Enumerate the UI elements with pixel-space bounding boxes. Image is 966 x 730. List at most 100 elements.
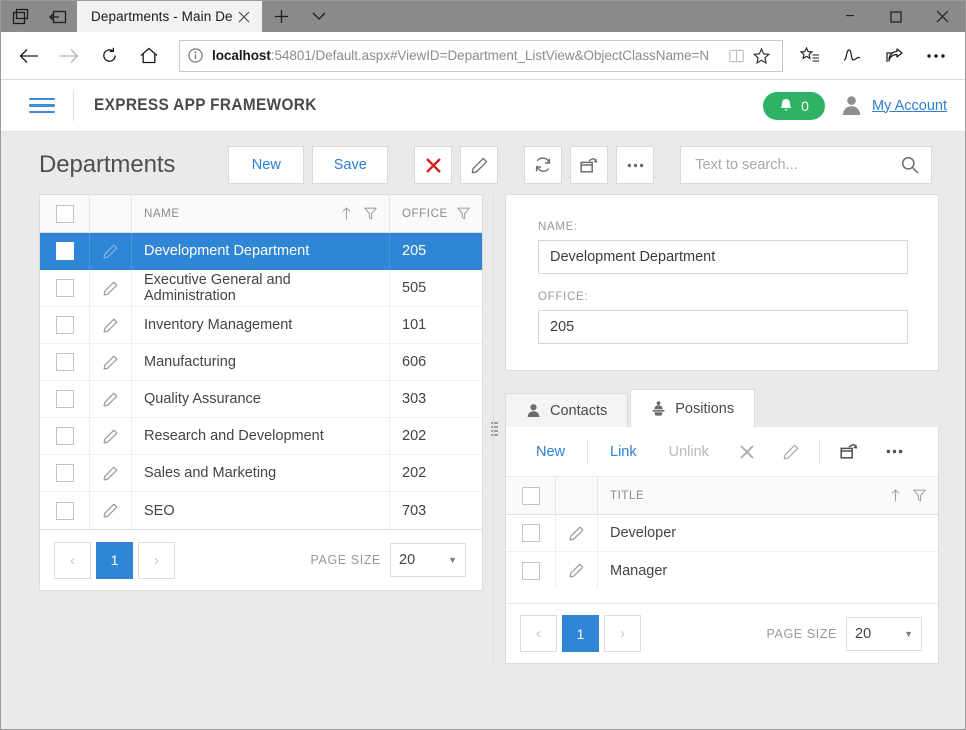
row-select-cell[interactable] xyxy=(40,233,90,269)
chevron-down-icon[interactable]: ▼ xyxy=(904,629,913,639)
row-checkbox[interactable] xyxy=(56,390,74,408)
column-header-title[interactable]: TITLE xyxy=(598,477,938,514)
tab-list-chevron-down-icon[interactable] xyxy=(300,1,338,32)
tab-preview-icon[interactable] xyxy=(1,1,39,32)
hamburger-menu-icon[interactable] xyxy=(29,94,55,118)
save-button[interactable]: Save xyxy=(312,146,388,184)
refresh-button[interactable] xyxy=(524,146,562,184)
web-notes-pen-icon[interactable] xyxy=(831,38,873,74)
table-row[interactable]: Quality Assurance303 xyxy=(40,381,482,418)
select-all-checkbox[interactable] xyxy=(56,205,74,223)
row-checkbox[interactable] xyxy=(56,316,74,334)
filter-funnel-icon[interactable] xyxy=(913,489,926,502)
row-checkbox[interactable] xyxy=(56,353,74,371)
sort-ascending-icon[interactable] xyxy=(891,489,900,502)
row-checkbox[interactable] xyxy=(522,562,540,580)
row-edit-pencil-icon[interactable] xyxy=(90,381,132,417)
row-edit-pencil-icon[interactable] xyxy=(90,307,132,343)
positions-open-in-window-icon[interactable] xyxy=(826,443,872,460)
positions-pager-prev-button[interactable]: ‹ xyxy=(520,615,557,652)
row-edit-pencil-icon[interactable] xyxy=(556,552,598,589)
reading-view-icon[interactable] xyxy=(724,49,748,63)
new-tab-icon[interactable] xyxy=(262,1,300,32)
browser-tab[interactable]: Departments - Main De xyxy=(77,1,262,32)
sort-ascending-icon[interactable] xyxy=(342,207,351,220)
table-row[interactable]: Inventory Management101 xyxy=(40,307,482,344)
table-row[interactable]: Developer xyxy=(506,515,938,552)
splitter-grip-icon[interactable] xyxy=(491,420,498,439)
row-select-cell[interactable] xyxy=(40,418,90,454)
office-field[interactable]: 205 xyxy=(538,310,908,344)
row-checkbox[interactable] xyxy=(56,427,74,445)
positions-pager-page-1-button[interactable]: 1 xyxy=(562,615,599,652)
tab-close-icon[interactable] xyxy=(232,5,256,29)
favorites-hub-icon[interactable] xyxy=(789,38,831,74)
positions-pager-next-button[interactable]: › xyxy=(604,615,641,652)
table-row[interactable]: SEO703 xyxy=(40,492,482,529)
positions-unlink-button[interactable]: Unlink xyxy=(653,444,725,460)
table-row[interactable]: Development Department205 xyxy=(40,233,482,270)
table-row[interactable]: Research and Development202 xyxy=(40,418,482,455)
window-close-button[interactable] xyxy=(919,1,965,32)
row-select-cell[interactable] xyxy=(40,455,90,491)
positions-page-size-select[interactable]: 20 ▼ xyxy=(846,617,922,651)
delete-button[interactable] xyxy=(414,146,452,184)
browser-settings-more-icon[interactable] xyxy=(915,38,957,74)
table-row[interactable]: Manager xyxy=(506,552,938,589)
row-checkbox[interactable] xyxy=(56,464,74,482)
notifications-badge[interactable]: 0 xyxy=(763,92,825,120)
row-edit-pencil-icon[interactable] xyxy=(90,418,132,454)
site-info-icon[interactable] xyxy=(188,48,203,63)
row-select-cell[interactable] xyxy=(40,381,90,417)
pager-page-1-button[interactable]: 1 xyxy=(96,542,133,579)
search-box[interactable] xyxy=(680,146,932,184)
window-minimize-button[interactable]: − xyxy=(827,1,873,32)
row-select-cell[interactable] xyxy=(506,515,556,551)
set-aside-tabs-icon[interactable] xyxy=(39,1,77,32)
row-edit-pencil-icon[interactable] xyxy=(90,270,132,306)
more-actions-button[interactable] xyxy=(616,146,654,184)
table-row[interactable]: Executive General and Administration505 xyxy=(40,270,482,307)
positions-select-all-cell[interactable] xyxy=(506,477,556,514)
page-size-select[interactable]: 20 ▼ xyxy=(390,543,466,577)
pane-splitter[interactable] xyxy=(483,194,505,664)
row-edit-pencil-icon[interactable] xyxy=(90,233,132,269)
home-button-icon[interactable] xyxy=(129,38,169,74)
positions-link-button[interactable]: Link xyxy=(594,444,653,460)
positions-new-button[interactable]: New xyxy=(520,444,581,460)
open-in-window-button[interactable] xyxy=(570,146,608,184)
row-select-cell[interactable] xyxy=(506,552,556,589)
row-select-cell[interactable] xyxy=(40,344,90,380)
window-maximize-button[interactable] xyxy=(873,1,919,32)
table-row[interactable]: Manufacturing606 xyxy=(40,344,482,381)
row-select-cell[interactable] xyxy=(40,307,90,343)
chevron-down-icon[interactable]: ▼ xyxy=(448,555,457,565)
forward-button-icon[interactable] xyxy=(49,38,89,74)
pager-next-button[interactable]: › xyxy=(138,542,175,579)
row-checkbox[interactable] xyxy=(522,524,540,542)
row-edit-pencil-icon[interactable] xyxy=(90,344,132,380)
address-bar[interactable]: localhost:54801/Default.aspx#ViewID=Depa… xyxy=(179,40,783,72)
positions-more-actions-icon[interactable] xyxy=(872,449,917,454)
column-header-name[interactable]: NAME xyxy=(132,195,390,232)
name-field[interactable]: Development Department xyxy=(538,240,908,274)
search-input[interactable] xyxy=(693,156,901,174)
table-row[interactable]: Sales and Marketing202 xyxy=(40,455,482,492)
new-button[interactable]: New xyxy=(228,146,304,184)
select-all-checkbox[interactable] xyxy=(522,487,540,505)
row-select-cell[interactable] xyxy=(40,270,90,306)
tab-positions[interactable]: Positions xyxy=(630,389,755,427)
positions-delete-icon[interactable] xyxy=(725,444,769,460)
positions-edit-pencil-icon[interactable] xyxy=(769,444,813,460)
back-button-icon[interactable] xyxy=(9,38,49,74)
row-checkbox[interactable] xyxy=(56,242,74,260)
search-icon[interactable] xyxy=(901,156,919,174)
refresh-button-icon[interactable] xyxy=(89,38,129,74)
tab-contacts[interactable]: Contacts xyxy=(505,393,628,427)
filter-funnel-icon[interactable] xyxy=(457,207,470,220)
row-edit-pencil-icon[interactable] xyxy=(556,515,598,551)
column-header-office[interactable]: OFFICE xyxy=(390,195,482,232)
filter-funnel-icon[interactable] xyxy=(364,207,377,220)
favorite-star-icon[interactable] xyxy=(748,48,774,64)
share-icon[interactable] xyxy=(873,38,915,74)
